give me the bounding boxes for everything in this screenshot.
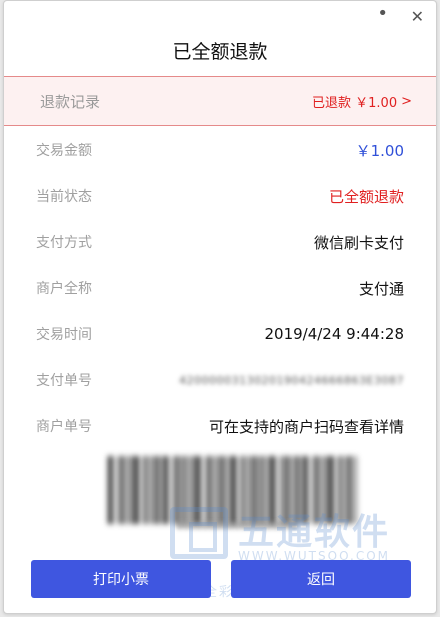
barcode-bar [280,456,282,524]
detail-row-amount: 交易金额 ￥1.00 [4,135,436,165]
barcode-bar [325,456,328,524]
barcode-bar [127,456,130,524]
barcode-bar [247,456,250,524]
detail-row-merchant: 商户全称 支付通 [4,273,436,303]
refund-record-label: 退款记录 [40,92,101,111]
barcode-bar [315,456,320,524]
barcode-bar [296,456,300,524]
merchant-name-value: 支付通 [358,279,404,298]
minimize-icon[interactable]: • [377,3,388,24]
barcode-bar [150,456,152,524]
refund-detail-window: • ✕ 已全额退款 退款记录 已退款 ￥1.00 > 交易金额 ￥1.00 当前… [3,0,437,614]
barcode-bar [231,456,237,524]
barcode-number: 0000000000000000000 [176,521,298,532]
detail-label: 商户全称 [36,281,92,297]
detail-row-status: 当前状态 已全额退款 [4,181,436,211]
back-button[interactable]: 返回 [231,560,411,598]
barcode-bar [117,456,120,524]
chevron-right-icon: > [401,93,412,109]
barcode-bar [156,456,160,524]
barcode-bar [153,456,156,524]
barcode-bar [322,456,324,524]
detail-label: 支付方式 [36,235,92,251]
barcode-bar [205,456,208,524]
barcode-bar [228,456,230,524]
page-title: 已全额退款 [172,41,268,63]
barcode-bar [163,456,169,524]
barcode-bar [312,456,315,524]
payment-method-value: 微信刷卡支付 [313,233,404,252]
transaction-time-value: 2019/4/24 9:44:28 [264,325,404,343]
barcode-bar [218,456,221,524]
close-icon[interactable]: ✕ [411,7,424,26]
merchant-order-value: 可在支持的商户扫码查看详情 [208,417,404,436]
barcode-bar [195,456,201,524]
barcode-bar [250,456,253,524]
barcode-bar [293,456,295,524]
detail-row-merchant-order: 商户单号 可在支持的商户扫码查看详情 [4,411,436,441]
barcode-bar [182,456,186,524]
barcode-bar [172,456,175,524]
barcode-bar [267,456,269,524]
detail-label: 支付单号 [36,373,92,389]
barcode-bar [348,456,352,524]
barcode-bar [254,456,258,524]
barcode-bar [120,456,125,524]
barcode-bar [192,456,195,524]
detail-row-time: 交易时间 2019/4/24 9:44:28 [4,319,436,349]
barcode-bar [133,456,139,524]
barcode-bar [221,456,225,524]
detail-label: 商户单号 [36,419,92,435]
barcode-bar [260,456,264,524]
detail-label: 交易金额 [36,143,92,159]
barcode-bar [215,456,217,524]
barcode-bar [189,456,191,524]
barcode-bar [302,456,308,524]
barcode-bar [143,456,147,524]
barcode-bar [130,456,133,524]
barcode-bar [270,456,276,524]
payment-id-value: 4200000313020190424666863E3087 [179,373,404,387]
barcode-bar [345,456,347,524]
barcode-bar [338,456,342,524]
detail-row-payment-method: 支付方式 微信刷卡支付 [4,227,436,257]
barcode-bar [354,456,357,524]
refund-record-value: 已退款 ￥1.00 [312,95,398,111]
barcode-bar [108,456,113,524]
barcode-bar [208,456,212,524]
barcode-bar [283,456,285,524]
barcode-bar [328,456,334,524]
transaction-amount: ￥1.00 [355,141,404,160]
barcode-bar [176,456,180,524]
print-receipt-button[interactable]: 打印小票 [31,560,211,598]
barcode-bar [241,456,245,524]
detail-row-payment-id: 支付单号 4200000313020190424666863E3087 [4,365,436,395]
status-value: 已全额退款 [328,187,404,206]
detail-label: 当前状态 [36,189,92,205]
refund-record-summary: 已退款 ￥1.00 > [312,92,412,111]
barcode-bar [286,456,290,524]
refund-record-link[interactable]: 退款记录 已退款 ￥1.00 > [4,76,436,126]
detail-label: 交易时间 [36,327,92,343]
